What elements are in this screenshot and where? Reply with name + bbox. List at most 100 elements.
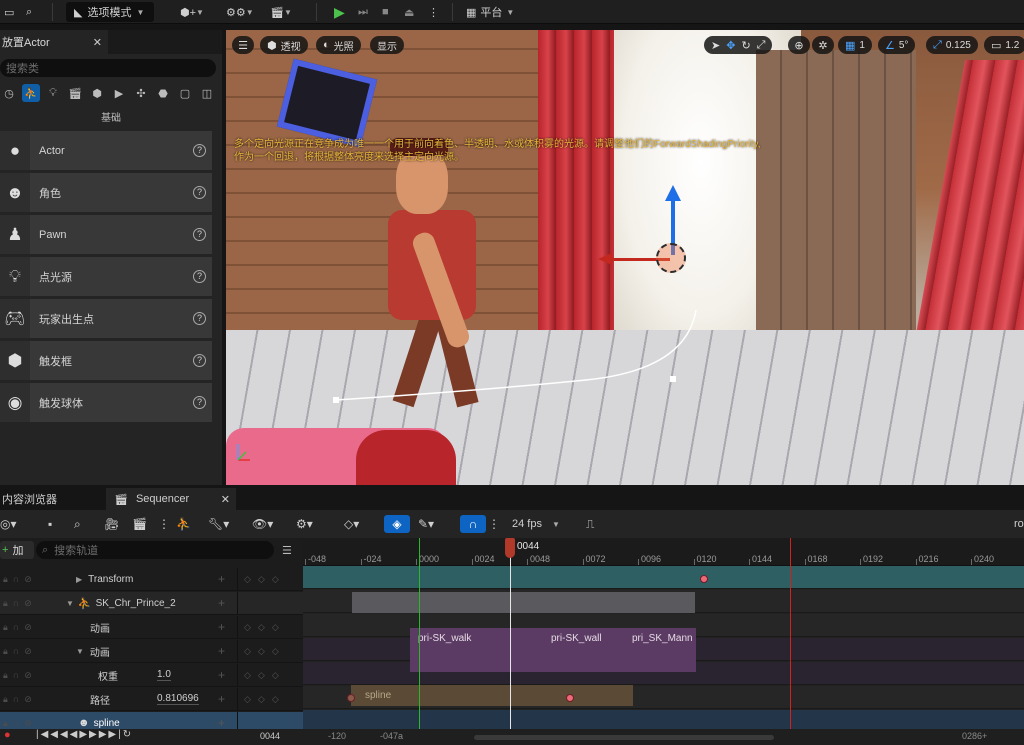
track-state-icons[interactable]: 🔒︎∩⊘	[0, 646, 58, 657]
volumes-icon[interactable]: ✣	[132, 84, 150, 102]
track-row-weight[interactable]: 🔒︎∩⊘ 权重 1.0 + ◇◇◇	[0, 664, 303, 687]
playback-options-icon[interactable]: ⚙▾	[296, 515, 313, 533]
show-button[interactable]: 显示	[370, 36, 404, 54]
surface-snap-button[interactable]: ✲	[812, 36, 834, 54]
actions-icon[interactable]: 🔧︎▾	[208, 515, 229, 533]
lighting-button[interactable]: ◐ 光照	[316, 36, 361, 54]
play-icon[interactable]: ▶	[334, 2, 345, 22]
sequencer-tab[interactable]: 🎬︎ Sequencer ✕	[106, 488, 236, 510]
snap-toggle-button[interactable]: ∩	[460, 515, 486, 533]
track-row-actor[interactable]: 🔒︎∩⊘ ▼ ⛹ SK_Chr_Prince_2 +	[0, 592, 303, 615]
transport-controls-icons[interactable]: |◀◀◀◀▶▶▶▶|↻	[36, 729, 133, 740]
browse-icon[interactable]: ⌕	[26, 2, 32, 22]
perspective-button[interactable]: ⬢ 透视	[260, 36, 308, 54]
path-section[interactable]: spline	[351, 685, 633, 706]
translate-icon[interactable]: ✥	[726, 39, 735, 52]
add-track-button[interactable]: + 加	[0, 541, 34, 559]
level-viewport[interactable]: 多个定向光源正在竞争成为唯一一个用于前向着色、半透明、水或体积雾的光源。请调整他…	[226, 30, 1024, 485]
help-icon[interactable]: ?	[193, 312, 206, 325]
world-space-button[interactable]: ⊕	[788, 36, 810, 54]
track-row-animation-2[interactable]: 🔒︎∩⊘ ▼ 动画 + ◇◇◇	[0, 640, 303, 663]
scale-icon[interactable]: ⤢	[757, 39, 766, 52]
track-state-icons[interactable]: 🔒︎∩⊘	[0, 622, 58, 633]
track-state-icons[interactable]: 🔒︎∩⊘	[0, 694, 58, 705]
blueprint-button[interactable]: ⚙⚙ ▼	[226, 2, 254, 22]
key-nav-icons[interactable]: ◇◇◇	[244, 622, 286, 633]
class-search-input[interactable]: 搜索类	[0, 59, 216, 77]
rotate-icon[interactable]: ↻	[741, 39, 750, 52]
basic-category-icon[interactable]: ⛹	[22, 84, 40, 102]
close-icon[interactable]: ✕	[221, 493, 236, 506]
help-icon[interactable]: ?	[193, 396, 206, 409]
key-nav-icons[interactable]: ◇◇◇	[244, 574, 286, 585]
view-end-field[interactable]: 0286+	[962, 731, 987, 741]
key-nav-icons[interactable]: ◇◇◇	[244, 646, 286, 657]
time-ruler[interactable]: -048 -024 0000 0024 0048 0072 0096 0120 0144 0168…	[303, 538, 1024, 566]
actor-section-bar[interactable]	[352, 592, 695, 613]
playback-start-marker[interactable]	[419, 538, 420, 745]
add-key-icon[interactable]: +	[218, 644, 225, 658]
angle-snap-button[interactable]: ∠ 5°	[878, 36, 916, 54]
more-options-icon[interactable]: ⋮	[428, 2, 439, 22]
add-content-button[interactable]: ⬢+ ▼	[180, 2, 204, 22]
expand-icon[interactable]: ▶	[76, 575, 82, 584]
add-key-icon[interactable]: +	[218, 668, 225, 682]
save-icon[interactable]: ▭	[4, 2, 14, 22]
content-browser-tab[interactable]: 内容浏览器	[0, 488, 100, 510]
add-key-icon[interactable]: +	[218, 596, 225, 610]
track-state-icons[interactable]: 🔒︎∩⊘	[0, 598, 58, 609]
actor-item-pawn[interactable]: ♟ Pawn ?	[0, 215, 212, 254]
collapse-icon[interactable]: ▼	[66, 599, 74, 608]
add-key-icon[interactable]: +	[218, 692, 225, 706]
close-icon[interactable]: ✕	[93, 36, 102, 49]
lights-category-icon[interactable]: 💡︎	[44, 84, 62, 102]
visual-effects-icon[interactable]: ⬢	[88, 84, 106, 102]
transform-keyframe[interactable]	[700, 575, 708, 583]
spline-path[interactable]	[326, 270, 726, 470]
platform-dropdown[interactable]: ▦ 平台 ▼	[466, 2, 514, 22]
path-keyframe[interactable]	[347, 694, 355, 702]
playhead-handle[interactable]	[505, 538, 515, 558]
scale-snap-button[interactable]: ⤢ 0.125	[926, 36, 978, 54]
actor-item-trigger-sphere[interactable]: ◉ 触发球体 ?	[0, 383, 212, 422]
view-start-field[interactable]: -047a	[380, 731, 403, 741]
filter-icon[interactable]: ☰	[282, 544, 292, 557]
world-icon[interactable]: ◎▾	[0, 515, 17, 533]
actor-item-actor[interactable]: ● Actor ?	[0, 131, 212, 170]
geometry-icon[interactable]: ▶	[110, 84, 128, 102]
path-value[interactable]: 0.810696	[157, 693, 199, 705]
actor-item-character[interactable]: ☻ 角色 ?	[0, 173, 212, 212]
actor-item-trigger-box[interactable]: ⬢ 触发框 ?	[0, 341, 212, 380]
edit-mode-icon[interactable]: ✎▾	[418, 515, 434, 533]
actor-item-point-light[interactable]: 💡︎ 点光源 ?	[0, 257, 212, 296]
cinematics-button[interactable]: 🎬︎ ▼	[270, 2, 292, 22]
mode-dropdown[interactable]: ◣ 选项模式 ▼	[66, 2, 154, 22]
find-in-browser-icon[interactable]: ⌕	[74, 515, 81, 533]
add-key-icon[interactable]: +	[218, 572, 225, 586]
animation-section[interactable]: pri-SK_walk pri-SK_wall pri_SK_Mann	[410, 628, 696, 672]
camera-speed-button[interactable]: ▭ 1.2	[984, 36, 1024, 54]
cinematic-category-icon[interactable]: 🎬︎	[66, 84, 84, 102]
help-icon[interactable]: ?	[193, 228, 206, 241]
track-search-input[interactable]: ⌕ 搜索轨道	[36, 541, 274, 559]
track-state-icons[interactable]: 🔒︎∩⊘	[0, 574, 58, 585]
all-classes-icon[interactable]: ⬣	[154, 84, 172, 102]
help-icon[interactable]: ?	[193, 354, 206, 367]
step-icon[interactable]: ⏭	[358, 2, 368, 22]
track-row-transform[interactable]: 🔒︎∩⊘ ▶ Transform + ◇◇◇	[0, 568, 303, 591]
viewport-menu-button[interactable]: ☰	[232, 36, 254, 54]
snap-options-icon[interactable]: ⋮	[488, 515, 500, 533]
track-row-path[interactable]: 🔒︎∩⊘ 路径 0.810696 + ◇◇◇	[0, 688, 303, 711]
actor-item-player-start[interactable]: 🎮︎ 玩家出生点 ?	[0, 299, 212, 338]
path-keyframe[interactable]	[566, 694, 574, 702]
help-icon[interactable]: ?	[193, 186, 206, 199]
sequencer-timeline[interactable]: -048 -024 0000 0024 0048 0072 0096 0120 0144 0168…	[303, 538, 1024, 745]
eject-icon[interactable]: ⏏	[404, 2, 414, 22]
place-actor-tab[interactable]: 放置Actor ✕	[0, 30, 108, 54]
key-options-icon[interactable]: ◇▾	[344, 515, 359, 533]
track-row-animation[interactable]: 🔒︎∩⊘ 动画 + ◇◇◇	[0, 616, 303, 639]
fps-dropdown[interactable]: 24 fps ▼	[512, 515, 560, 533]
timeline-scrollbar[interactable]	[474, 735, 774, 740]
track-state-icons[interactable]: 🔒︎∩⊘	[0, 718, 58, 729]
help-icon[interactable]: ?	[193, 144, 206, 157]
